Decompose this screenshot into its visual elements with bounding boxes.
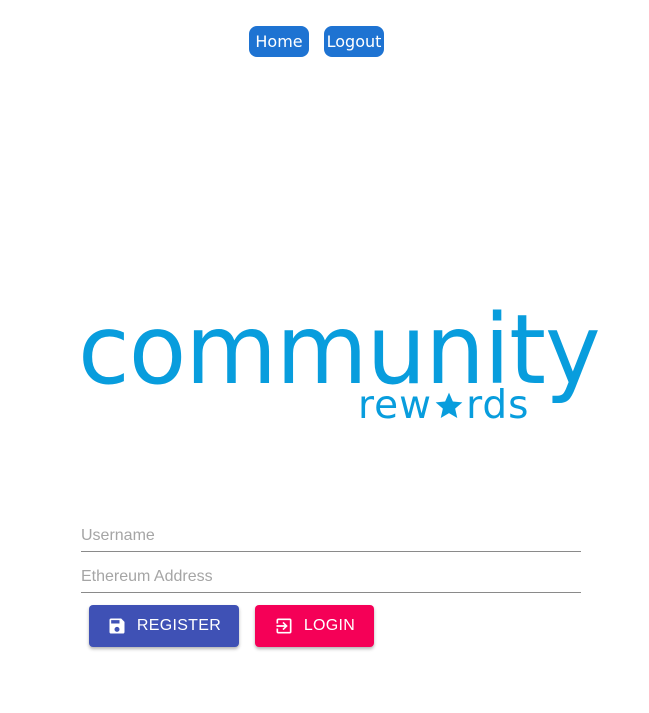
star-icon (435, 392, 463, 418)
logo-sub-left: rew (358, 383, 433, 428)
register-button[interactable]: REGISTER (89, 605, 239, 647)
logo-sub-right: rds (466, 383, 530, 428)
login-button[interactable]: LOGIN (255, 605, 374, 647)
login-label: LOGIN (303, 617, 356, 634)
ethereum-address-input[interactable] (81, 564, 581, 590)
logo-sub-word: rew rds (358, 386, 530, 426)
save-icon (107, 616, 127, 636)
home-button[interactable]: Home (249, 26, 309, 57)
register-label: REGISTER (136, 617, 222, 634)
login-icon (274, 616, 294, 636)
username-input[interactable] (81, 523, 581, 549)
username-field[interactable] (81, 523, 581, 552)
ethereum-address-field[interactable] (81, 564, 581, 593)
logout-button[interactable]: Logout (324, 26, 384, 57)
